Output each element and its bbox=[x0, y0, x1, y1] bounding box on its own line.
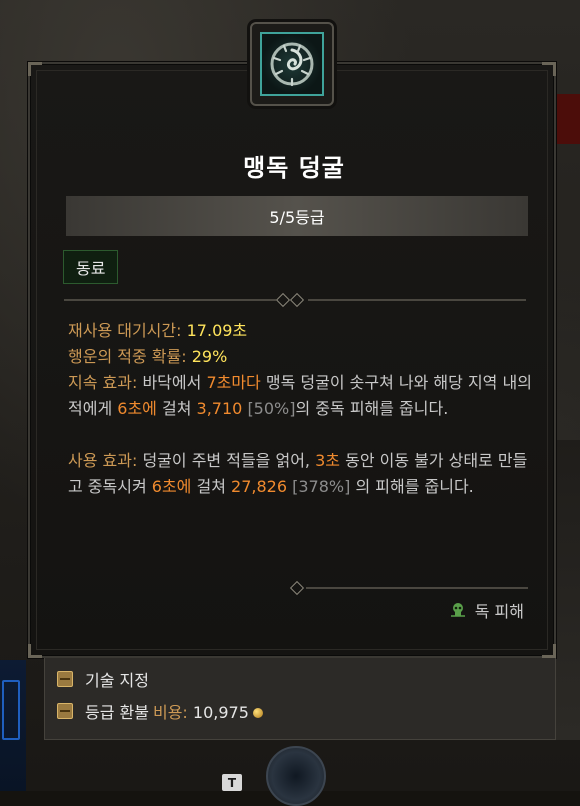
skill-tag-label: 동료 bbox=[76, 255, 105, 279]
left-edge-panel bbox=[0, 660, 26, 791]
damage-type-label: 독 피해 bbox=[475, 598, 524, 622]
divider bbox=[64, 294, 526, 306]
skill-tooltip: 맹독 덩굴 5/5등급 동료 재사용 대기시간: 17.09초 행운의 적중 확… bbox=[28, 62, 556, 658]
assign-skill-label: 기술 지정 bbox=[85, 667, 149, 691]
corner-ornament bbox=[542, 62, 556, 76]
skill-tag: 동료 bbox=[63, 250, 118, 284]
blue-frame bbox=[2, 680, 20, 740]
assign-skill-row[interactable]: 기술 지정 bbox=[57, 666, 149, 692]
right-edge-panel bbox=[556, 94, 580, 144]
gold-coin-icon bbox=[253, 708, 263, 718]
hotkey-badge: T bbox=[222, 774, 242, 791]
cost-group: 비용: 10,975 bbox=[153, 699, 263, 723]
right-lower-panel bbox=[556, 440, 580, 740]
lucky-hit-line: 행운의 적중 확률: 29% bbox=[68, 344, 538, 370]
corner-ornament bbox=[28, 62, 42, 76]
skill-description: 재사용 대기시간: 17.09초 행운의 적중 확률: 29% 지속 효과: 바… bbox=[68, 318, 538, 500]
cooldown-line: 재사용 대기시간: 17.09초 bbox=[68, 318, 538, 344]
passive-effect: 지속 효과: 바닥에서 7초마다 맹독 덩굴이 솟구쳐 나와 해당 지역 내의 … bbox=[68, 370, 538, 422]
skill-rank: 5/5등급 bbox=[269, 204, 324, 228]
mouse-key-icon bbox=[57, 671, 73, 687]
corner-ornament bbox=[28, 644, 42, 658]
divider bbox=[292, 582, 528, 594]
active-effect: 사용 효과: 덩굴이 주변 적들을 얽어, 3초 동안 이동 불가 상태로 만들… bbox=[68, 448, 538, 500]
skill-footer: 기술 지정 등급 환불 비용: 10,975 bbox=[44, 658, 556, 740]
skill-title: 맹독 덩굴 bbox=[30, 148, 558, 183]
skill-rank-bar: 5/5등급 bbox=[66, 196, 528, 236]
cost-label: 비용: bbox=[153, 703, 188, 722]
poison-vine-icon bbox=[266, 38, 318, 90]
skill-slot[interactable] bbox=[266, 746, 326, 806]
mouse-key-icon bbox=[57, 703, 73, 719]
skill-icon-button bbox=[250, 22, 334, 106]
refund-label: 등급 환불 bbox=[85, 699, 149, 723]
damage-type: 독 피해 bbox=[449, 598, 524, 622]
poison-skull-icon bbox=[449, 601, 467, 619]
refund-rank-row[interactable]: 등급 환불 비용: 10,975 bbox=[57, 698, 263, 724]
cost-value: 10,975 bbox=[193, 703, 249, 722]
corner-ornament bbox=[542, 644, 556, 658]
